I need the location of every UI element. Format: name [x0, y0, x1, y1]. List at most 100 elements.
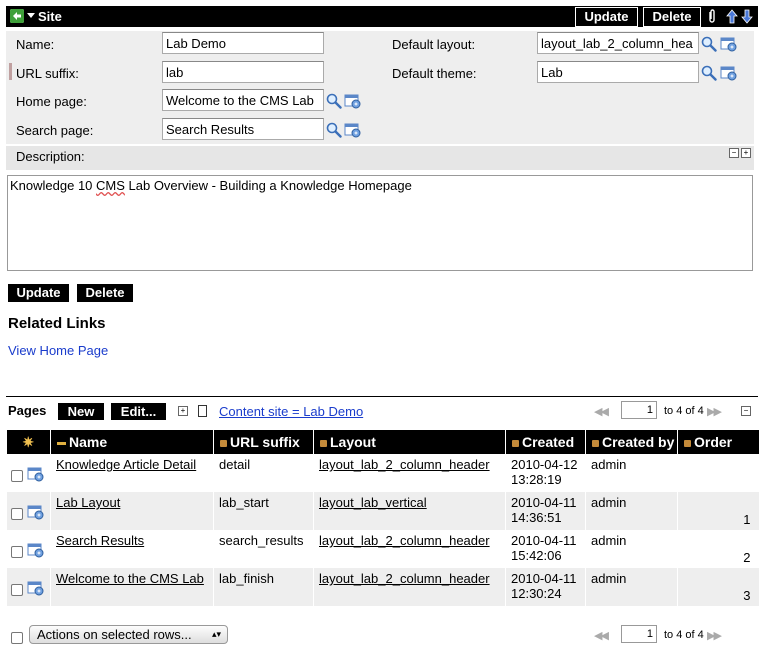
- home-page-field[interactable]: Welcome to the CMS Lab: [162, 89, 324, 111]
- column-header-name[interactable]: Name: [50, 430, 214, 454]
- default-layout-label: Default layout:: [392, 37, 476, 52]
- expand-icon[interactable]: +: [741, 148, 751, 158]
- row-preview-icon[interactable]: [27, 466, 45, 485]
- cell-created: 2010-04-11 14:36:51: [505, 492, 586, 530]
- name-field[interactable]: Lab Demo: [162, 32, 324, 54]
- update-button[interactable]: Update: [7, 283, 70, 303]
- page-name-link[interactable]: Lab Layout: [56, 495, 120, 510]
- collapse-icon[interactable]: −: [729, 148, 739, 158]
- header-delete-button[interactable]: Delete: [643, 7, 701, 27]
- default-layout-field[interactable]: layout_lab_2_column_hea: [537, 32, 699, 54]
- layout-link[interactable]: layout_lab_2_column_header: [319, 533, 490, 548]
- collapse-list-icon[interactable]: −: [741, 406, 751, 416]
- mandatory-indicator: [9, 63, 12, 80]
- page-name-link[interactable]: Knowledge Article Detail: [56, 457, 196, 472]
- column-header-url-suffix[interactable]: URL suffix: [213, 430, 314, 454]
- row-preview-icon[interactable]: [27, 542, 45, 561]
- search-page-field[interactable]: Search Results: [162, 118, 324, 140]
- first-page-icon[interactable]: ◀◀: [594, 405, 609, 418]
- row-checkbox[interactable]: [11, 469, 23, 482]
- column-header-layout[interactable]: Layout: [313, 430, 506, 454]
- select-arrows-icon: ▴▾: [211, 629, 221, 639]
- filter-breadcrumb-link[interactable]: Content site = Lab Demo: [219, 404, 363, 419]
- cell-name: Lab Layout: [50, 492, 214, 530]
- row-checkbox[interactable]: [11, 545, 23, 558]
- default-theme-search-icon[interactable]: [701, 65, 717, 84]
- cell-layout: layout_lab_vertical: [313, 492, 506, 530]
- order-value: 3: [743, 588, 751, 603]
- cell-url-suffix: lab_finish: [213, 568, 314, 606]
- select-all-checkbox[interactable]: [11, 629, 23, 644]
- column-header-created[interactable]: Created: [505, 430, 586, 454]
- sort-icon: [220, 439, 227, 447]
- cell-order: [677, 454, 759, 492]
- layout-link[interactable]: layout_lab_vertical: [319, 495, 427, 510]
- arrow-up-icon[interactable]: [726, 9, 738, 27]
- url-suffix-label: URL suffix:: [16, 66, 79, 81]
- last-page-icon[interactable]: ▶▶: [707, 405, 722, 418]
- page-name-link[interactable]: Search Results: [56, 533, 144, 548]
- arrow-down-icon[interactable]: [741, 9, 753, 27]
- sort-icon: [684, 439, 691, 447]
- pages-table: ✷ Name URL suffix Layout Created Created…: [6, 430, 759, 606]
- search-page-lookup-icon[interactable]: [344, 122, 362, 141]
- row-checkbox[interactable]: [11, 583, 23, 596]
- cell-order: 3: [677, 568, 759, 606]
- cell-created-by: admin: [585, 530, 678, 568]
- row-controls: [6, 492, 51, 530]
- default-layout-lookup-icon[interactable]: [720, 36, 738, 55]
- description-text-spellcheck: CMS: [96, 178, 125, 193]
- column-header-order[interactable]: Order: [677, 430, 759, 454]
- expand-all-icon[interactable]: +: [178, 406, 188, 416]
- cell-url-suffix: search_results: [213, 530, 314, 568]
- cell-created-by: admin: [585, 454, 678, 492]
- column-header-created-by[interactable]: Created by: [585, 430, 678, 454]
- search-page-search-icon[interactable]: [326, 122, 342, 141]
- page-name-link[interactable]: Welcome to the CMS Lab: [56, 571, 204, 586]
- default-theme-lookup-icon[interactable]: [720, 65, 738, 84]
- bottom-page-number-input[interactable]: 1: [621, 625, 657, 643]
- created-date: 2010-04-12: [511, 457, 578, 472]
- url-suffix-value: search_results: [219, 533, 304, 548]
- new-button[interactable]: New: [57, 402, 105, 421]
- row-preview-icon[interactable]: [27, 580, 45, 599]
- cell-created-by: admin: [585, 568, 678, 606]
- default-theme-field[interactable]: Lab: [537, 61, 699, 83]
- cell-created: 2010-04-11 12:30:24: [505, 568, 586, 606]
- delete-button[interactable]: Delete: [76, 283, 134, 303]
- actions-on-selected-rows-select[interactable]: Actions on selected rows... ▴▾: [29, 625, 228, 644]
- home-page-label: Home page:: [16, 94, 87, 109]
- bottom-first-page-icon[interactable]: ◀◀: [594, 629, 609, 642]
- home-page-lookup-icon[interactable]: [344, 93, 362, 112]
- context-menu-caret-icon[interactable]: [27, 13, 35, 18]
- view-home-page-link[interactable]: View Home Page: [8, 343, 108, 358]
- back-arrow-icon[interactable]: [10, 9, 24, 23]
- header-update-button[interactable]: Update: [575, 7, 638, 27]
- row-preview-icon[interactable]: [27, 504, 45, 523]
- row-checkbox[interactable]: [11, 507, 23, 520]
- url-suffix-value: detail: [219, 457, 251, 472]
- description-textarea[interactable]: Knowledge 10 CMS Lab Overview - Building…: [7, 175, 753, 271]
- created-time: 12:30:24: [511, 586, 562, 601]
- home-page-search-icon[interactable]: [326, 93, 342, 112]
- actions-select-label: Actions on selected rows...: [37, 627, 192, 642]
- layout-link[interactable]: layout_lab_2_column_header: [319, 457, 490, 472]
- paperclip-icon[interactable]: [707, 9, 717, 27]
- gear-icon[interactable]: ✷: [6, 430, 51, 454]
- name-label: Name:: [16, 37, 55, 52]
- bottom-last-page-icon[interactable]: ▶▶: [707, 629, 722, 642]
- cell-layout: layout_lab_2_column_header: [313, 530, 506, 568]
- layout-link[interactable]: layout_lab_2_column_header: [319, 571, 490, 586]
- document-icon[interactable]: [198, 405, 207, 417]
- default-layout-search-icon[interactable]: [701, 36, 717, 55]
- cell-name: Search Results: [50, 530, 214, 568]
- order-value: 1: [743, 512, 751, 527]
- created-date: 2010-04-11: [511, 495, 577, 510]
- cell-created: 2010-04-12 13:28:19: [505, 454, 586, 492]
- url-suffix-field[interactable]: lab: [162, 61, 324, 83]
- created-time: 15:42:06: [511, 548, 562, 563]
- cell-created-by: admin: [585, 492, 678, 530]
- edit-button[interactable]: Edit...: [110, 402, 167, 421]
- row-controls: [6, 530, 51, 568]
- page-number-input[interactable]: 1: [621, 401, 657, 419]
